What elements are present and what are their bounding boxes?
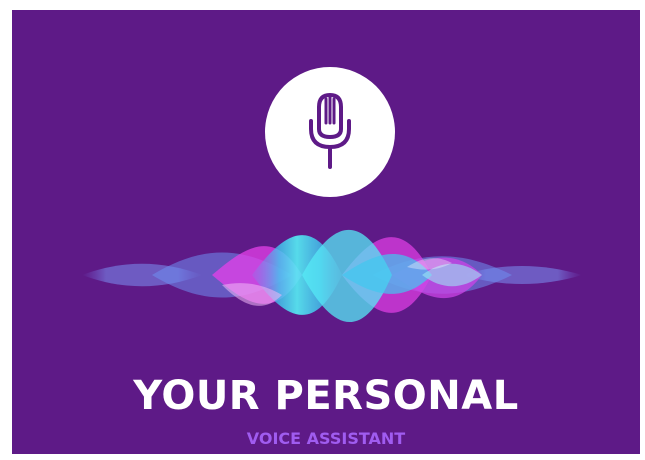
microphone-icon <box>309 93 351 169</box>
poster-subtitle: VOICE ASSISTANT <box>246 429 406 448</box>
sound-wave-graphic <box>82 229 582 323</box>
poster-title: YOUR PERSONAL <box>133 373 519 419</box>
microphone-badge <box>265 67 395 197</box>
voice-assistant-poster: YOUR PERSONAL VOICE ASSISTANT <box>12 10 640 454</box>
